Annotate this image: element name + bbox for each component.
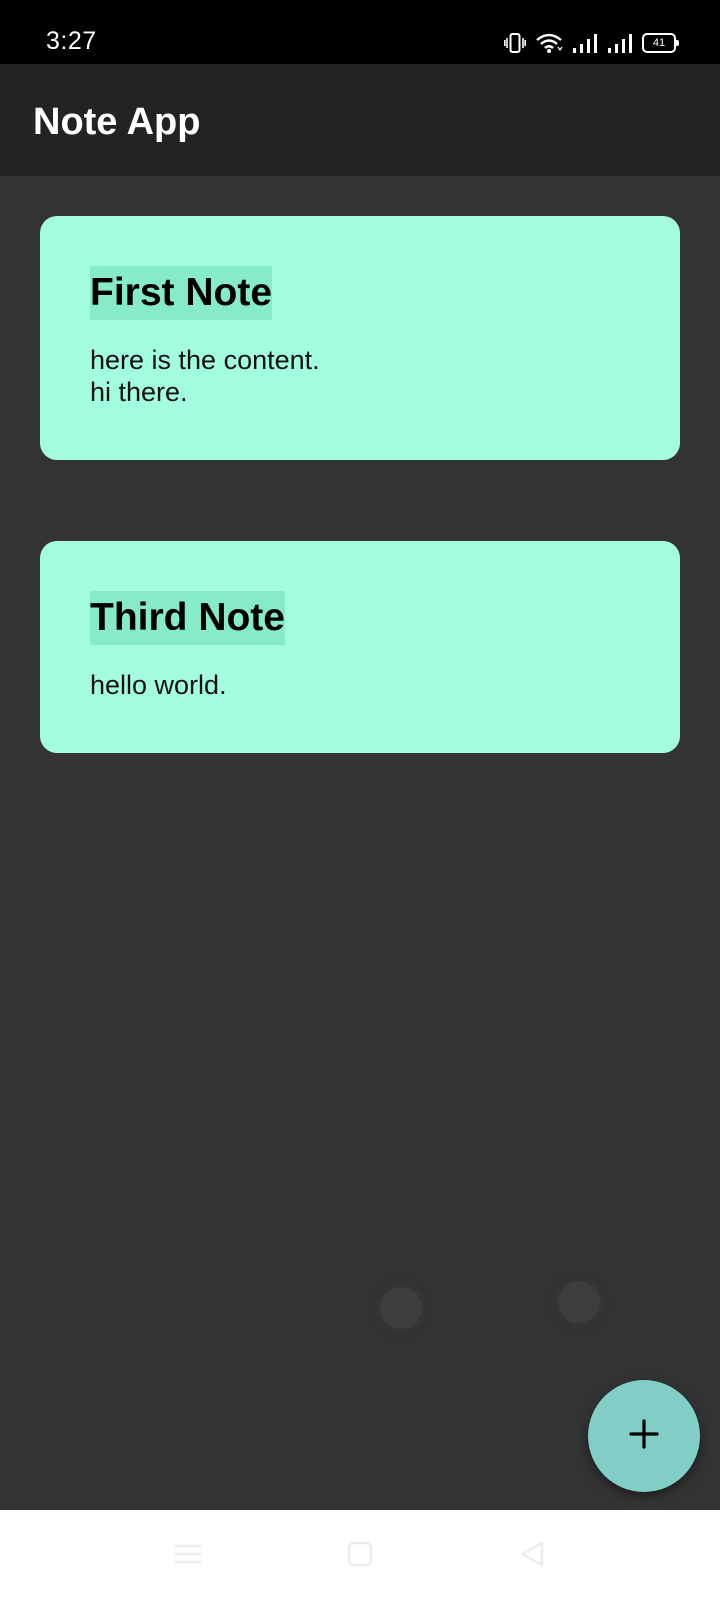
status-icons: 41 <box>504 30 679 56</box>
note-content: here is the content. hi there. <box>90 345 320 407</box>
app-bar: Note App <box>0 64 720 176</box>
add-note-button[interactable] <box>588 1380 700 1492</box>
battery-level: 41 <box>652 37 666 49</box>
note-title: Third Note <box>90 591 285 645</box>
menu-icon <box>173 1542 203 1571</box>
plus-icon <box>628 1418 660 1455</box>
home-icon <box>346 1540 374 1573</box>
page-title: Note App <box>33 101 201 143</box>
wifi-icon <box>535 32 563 54</box>
status-time: 3:27 <box>46 27 97 55</box>
system-nav-bar <box>0 1510 720 1600</box>
note-card[interactable]: First Note here is the content. hi there… <box>40 216 680 460</box>
notes-list: First Note here is the content. hi there… <box>0 176 720 1510</box>
note-title: First Note <box>90 266 273 320</box>
note-card[interactable]: Third Note hello world. <box>40 541 680 753</box>
touch-ripple-dot <box>380 1287 422 1329</box>
back-icon <box>518 1540 546 1573</box>
signal-icon <box>607 32 633 54</box>
menu-button[interactable] <box>166 1534 210 1578</box>
home-button[interactable] <box>338 1534 382 1578</box>
battery-icon: 41 <box>642 33 679 53</box>
back-button[interactable] <box>510 1534 554 1578</box>
vibrate-icon <box>504 32 526 54</box>
note-content: hello world. <box>90 670 227 700</box>
signal-icon <box>572 32 598 54</box>
status-bar: 3:27 41 <box>0 0 720 64</box>
touch-ripple-dot <box>558 1281 600 1323</box>
